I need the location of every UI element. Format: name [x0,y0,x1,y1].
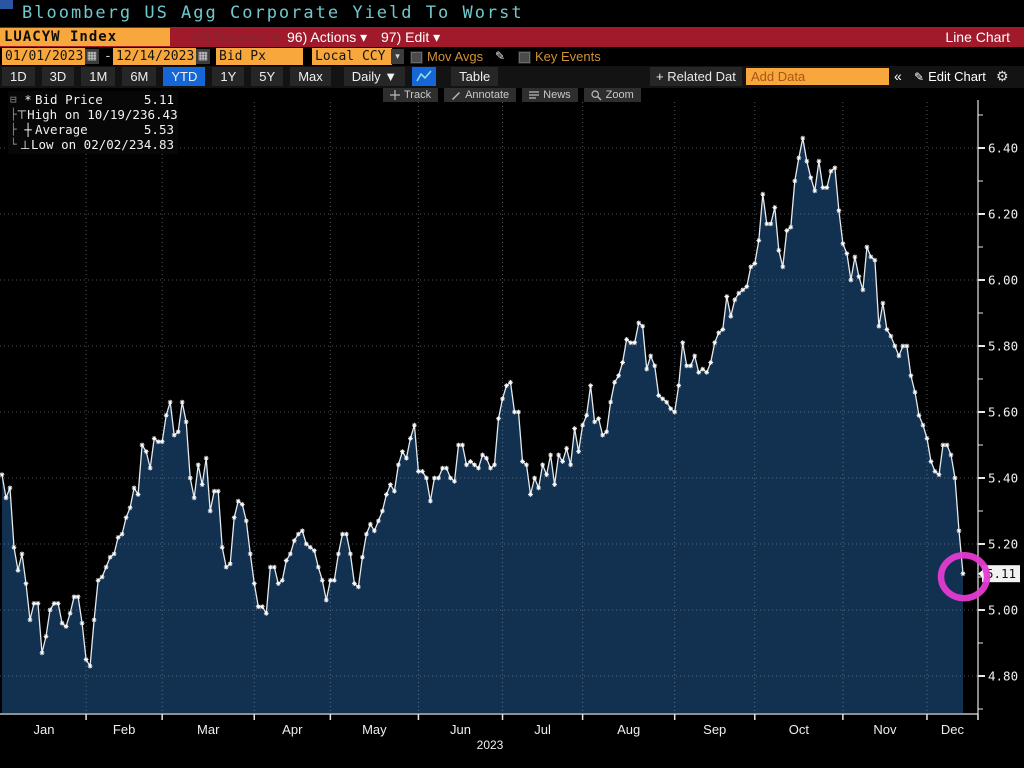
pencil-icon[interactable]: ✎ [495,48,505,65]
legend-value: 5.53 [144,122,174,137]
legend-row: └⊥Low on 02/02/234.83 [10,137,174,152]
menu-actions[interactable]: 96) Actions ▾ [287,27,367,47]
range-tab-3d[interactable]: 3D [42,67,75,86]
plus-icon: + [656,69,664,84]
command-bar: LUACYW Index 94) Discover ▾ 96) Actions … [0,27,1024,47]
area-fill [2,138,963,713]
range-tab-1d[interactable]: 1D [2,67,35,86]
related-data-button[interactable]: + Related Dat [650,67,742,86]
calendar-icon[interactable]: ▦ [196,49,210,64]
edit-chart-label: Edit Chart [928,69,986,84]
legend-label: Low on 02/02/23 [31,137,144,152]
legend-row: ├┼Average5.53 [10,122,174,137]
related-data-label: Related Dat [667,69,736,84]
x-axis-month-label: Jan [34,722,55,737]
table-button[interactable]: Table [451,67,498,86]
date-from-field[interactable]: 01/01/2023 [2,48,85,65]
collapse-icon[interactable]: « [894,67,902,86]
y-axis-label: 5.00 [988,603,1018,618]
legend-tree-glyph[interactable]: ⊟ [10,93,21,106]
mov-avgs-checkbox[interactable] [410,51,423,64]
y-axis-label: 5.80 [988,339,1018,354]
x-axis-month-label: May [362,722,387,737]
y-axis-label: 6.00 [988,273,1018,288]
key-events-checkbox[interactable] [518,51,531,64]
y-axis-label: 6.20 [988,207,1018,222]
menu-discover[interactable]: 94) Discover ▾ [190,27,280,47]
legend-value: 5.11 [144,92,174,107]
range-tab-1y[interactable]: 1Y [212,67,244,86]
settings-bar: 01/01/2023 ▦ - 12/14/2023 ▦ Bid Px Local… [0,47,1024,66]
y-axis-label: 5.40 [988,471,1018,486]
range-tab-5y[interactable]: 5Y [251,67,283,86]
y-axis-label: 6.40 [988,141,1018,156]
pencil-icon: ✎ [914,70,924,84]
calendar-icon[interactable]: ▦ [85,49,99,64]
gear-icon[interactable]: ⚙ [996,67,1009,86]
key-events-label[interactable]: Key Events [535,48,601,65]
legend-tree-glyph: └ [10,138,19,151]
x-axis-year-label: 2023 [477,738,504,752]
mov-avgs-label[interactable]: Mov Avgs [427,48,483,65]
x-axis-month-label: Feb [113,722,135,737]
legend-value: 6.43 [148,107,178,122]
range-tab-max[interactable]: Max [290,67,331,86]
legend-value: 4.83 [144,137,174,152]
x-axis-month-label: Mar [197,722,220,737]
currency-selector[interactable]: Local CCY [312,48,392,65]
range-tab-1m[interactable]: 1M [81,67,115,86]
legend-row: ⊟*Bid Price5.11 [10,92,174,107]
legend-row: ├⊤High on 10/19/236.43 [10,107,174,122]
y-axis-label: 4.80 [988,669,1018,684]
x-axis-month-label: Aug [617,722,640,737]
x-axis-month-label: Jun [450,722,471,737]
x-axis-month-label: Dec [941,722,965,737]
high-marker-icon: ⊤ [17,108,27,122]
window-corner-square [0,0,13,9]
view-mode-label: Line Chart [945,27,1010,47]
x-axis-month-label: Nov [873,722,897,737]
x-axis-month-label: Oct [789,722,810,737]
range-tab-6m[interactable]: 6M [122,67,156,86]
date-separator: - [104,48,112,65]
security-ticker-field[interactable]: LUACYW Index [0,28,170,46]
average-marker-icon: ┼ [21,123,35,137]
legend-label: Average [35,122,144,137]
legend-label: Bid Price [35,92,144,107]
legend-label: High on 10/19/23 [27,107,147,122]
x-axis-month-label: Jul [534,722,551,737]
range-tabs: 1D 3D 1M 6M YTD 1Y 5Y Max Daily ▼ Table [2,67,498,86]
x-axis-month-label: Sep [703,722,726,737]
line-chart-type-icon[interactable] [412,67,436,86]
period-selector[interactable]: Daily ▼ [344,67,405,86]
bloomberg-terminal-window: Bloomberg US Agg Corporate Yield To Wors… [0,0,1024,768]
range-tab-ytd[interactable]: YTD [163,67,205,86]
chart-legend: ⊟*Bid Price5.11├⊤High on 10/19/236.43├┼A… [8,91,178,154]
last-price-label: 5.11 [986,566,1016,581]
page-title: Bloomberg US Agg Corporate Yield To Wors… [22,3,524,23]
legend-tree-glyph: ├ [10,123,21,136]
legend-tree-glyph: ├ [10,108,17,121]
low-marker-icon: ⊥ [19,138,31,152]
date-to-field[interactable]: 12/14/2023 [113,48,196,65]
add-data-input[interactable]: Add Data [746,68,889,85]
star-marker-icon: * [21,93,35,107]
price-chart: 4.80 5.00 5.20 5.40 5.60 5.80 6.00 6.20 6.40 Jan F… [0,88,1024,768]
y-axis-label: 5.60 [988,405,1018,420]
x-axis-month-label: Apr [282,722,303,737]
price-field-selector[interactable]: Bid Px [216,48,303,65]
y-axis-label: 5.20 [988,537,1018,552]
chevron-down-icon[interactable]: ▾ [391,49,404,64]
menu-edit[interactable]: 97) Edit ▾ [381,27,440,47]
edit-chart-button[interactable]: ✎ Edit Chart [914,67,986,87]
